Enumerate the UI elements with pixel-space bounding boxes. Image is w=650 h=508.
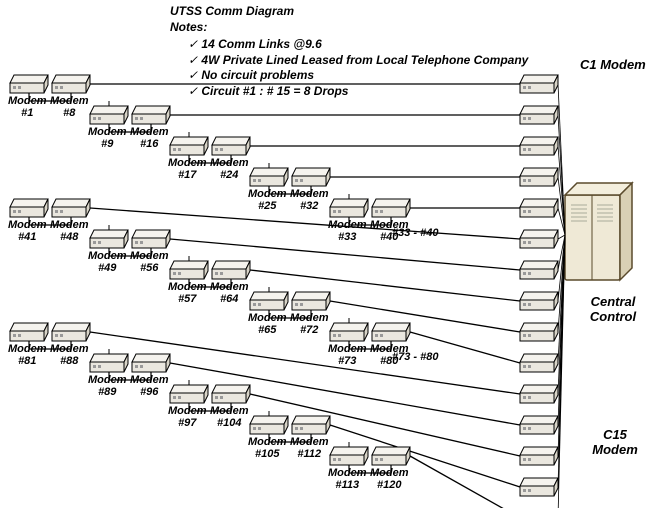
modem-label: Modem #120 <box>370 467 409 491</box>
modem-label: Modem #8 <box>50 95 89 119</box>
modem-label: Modem #113 <box>328 467 367 491</box>
c1-modem-label: C1 Modem <box>580 58 646 73</box>
modem-label: Modem #65 <box>248 312 287 336</box>
modem-label: Modem #24 <box>210 157 249 181</box>
modem-label: Modem #57 <box>168 281 207 305</box>
modem-label: #73 - #80 <box>392 351 438 363</box>
modem-label: Modem #89 <box>88 374 127 398</box>
modem-label: Modem #88 <box>50 343 89 367</box>
title-block: UTSS Comm Diagram Notes: 14 Comm Links @… <box>170 4 528 100</box>
modem-label: Modem #81 <box>8 343 47 367</box>
modem-label: Modem #9 <box>88 126 127 150</box>
note-item: No circuit problems <box>188 68 528 84</box>
modem-label: Modem #105 <box>248 436 287 460</box>
diagram-title: UTSS Comm Diagram <box>170 4 528 20</box>
modem-label: Modem #112 <box>290 436 329 460</box>
central-control-label: Central Control <box>576 295 650 325</box>
modem-label: Modem #32 <box>290 188 329 212</box>
note-item: Circuit #1 : # 15 = 8 Drops <box>188 84 528 100</box>
modem-label: Modem #104 <box>210 405 249 429</box>
modem-label: Modem #41 <box>8 219 47 243</box>
modem-label: #33 - #40 <box>392 227 438 239</box>
modem-label: Modem #64 <box>210 281 249 305</box>
modem-label: Modem #73 <box>328 343 367 367</box>
modem-label: Modem #72 <box>290 312 329 336</box>
modem-label: Modem #49 <box>88 250 127 274</box>
modem-label: Modem #97 <box>168 405 207 429</box>
note-item: 4W Private Lined Leased from Local Telep… <box>188 53 528 69</box>
modem-label: Modem #48 <box>50 219 89 243</box>
modem-label: Modem #16 <box>130 126 169 150</box>
modem-label: Modem #17 <box>168 157 207 181</box>
modem-label: Modem #96 <box>130 374 169 398</box>
modem-label: Modem #25 <box>248 188 287 212</box>
modem-label: Modem #56 <box>130 250 169 274</box>
c15-modem-label: C15 Modem <box>580 428 650 458</box>
notes-list: 14 Comm Links @9.6 4W Private Lined Leas… <box>170 37 528 99</box>
notes-heading: Notes: <box>170 20 528 36</box>
modem-label: Modem #33 <box>328 219 367 243</box>
modem-label: Modem #1 <box>8 95 47 119</box>
note-item: 14 Comm Links @9.6 <box>188 37 528 53</box>
